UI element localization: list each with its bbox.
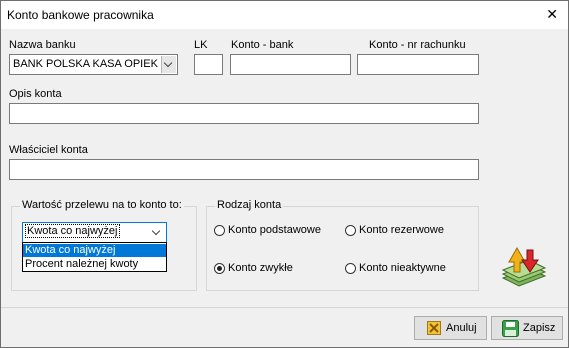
- account-bank-label: Konto - bank: [231, 39, 294, 51]
- bank-name-value: BANK POLSKA KASA OPIEKI S: [13, 58, 158, 70]
- transfer-value-dropdown-button[interactable]: [150, 224, 165, 241]
- lk-input[interactable]: [194, 54, 223, 75]
- radio-konto-rezerwowe[interactable]: Konto rezerwowe: [345, 224, 444, 236]
- account-number-label: Konto - nr rachunku: [369, 39, 466, 51]
- cancel-button[interactable]: Anuluj: [414, 316, 487, 340]
- radio-konto-podstawowe[interactable]: Konto podstawowe: [214, 224, 321, 236]
- owner-label: Właściciel konta: [9, 144, 88, 156]
- radio-konto-nieaktywne[interactable]: Konto nieaktywne: [345, 262, 446, 274]
- chevron-down-icon: [151, 226, 161, 236]
- bank-name-dropdown-button[interactable]: [161, 56, 176, 73]
- radio-button[interactable]: [214, 262, 225, 274]
- radio-button[interactable]: [214, 224, 225, 236]
- account-bank-input[interactable]: [230, 54, 351, 75]
- bottom-divider: [1, 307, 568, 308]
- description-label: Opis konta: [9, 88, 62, 100]
- money-transfer-icon: [501, 246, 547, 287]
- transfer-value-selected: Kwota co najwyżej: [25, 224, 120, 238]
- account-type-caption: Rodzaj konta: [215, 199, 284, 211]
- account-type-group: Rodzaj konta: [206, 199, 479, 291]
- title-bar: Konto bankowe pracownika ✕: [1, 1, 568, 29]
- dropdown-option[interactable]: Kwota co najwyżej: [23, 244, 166, 257]
- account-number-input[interactable]: [357, 54, 479, 75]
- radio-konto-zwykle[interactable]: Konto zwykłe: [214, 262, 293, 274]
- bank-name-label: Nazwa banku: [9, 39, 76, 51]
- save-icon: [502, 320, 519, 337]
- transfer-value-select[interactable]: Kwota co najwyżej: [22, 222, 167, 243]
- close-icon[interactable]: ✕: [546, 6, 558, 22]
- window-title: Konto bankowe pracownika: [7, 8, 154, 22]
- save-button[interactable]: Zapisz: [491, 316, 563, 340]
- cancel-icon: [427, 321, 441, 335]
- radio-button[interactable]: [345, 224, 356, 236]
- dialog-window: Konto bankowe pracownika ✕ Nazwa banku L…: [0, 0, 569, 348]
- dropdown-option[interactable]: Procent należnej kwoty: [23, 258, 166, 271]
- bank-name-select[interactable]: BANK POLSKA KASA OPIEKI S: [9, 54, 178, 75]
- transfer-value-caption: Wartość przelewu na to konto to:: [20, 199, 184, 211]
- owner-input[interactable]: [9, 159, 479, 180]
- lk-label: LK: [194, 39, 208, 51]
- description-input[interactable]: [9, 103, 479, 124]
- radio-button[interactable]: [345, 262, 356, 274]
- transfer-value-dropdown-list: Kwota co najwyżej Procent należnej kwoty: [22, 242, 167, 272]
- cancel-label: Anuluj: [446, 322, 477, 334]
- save-label: Zapisz: [523, 322, 556, 334]
- chevron-down-icon: [163, 58, 173, 68]
